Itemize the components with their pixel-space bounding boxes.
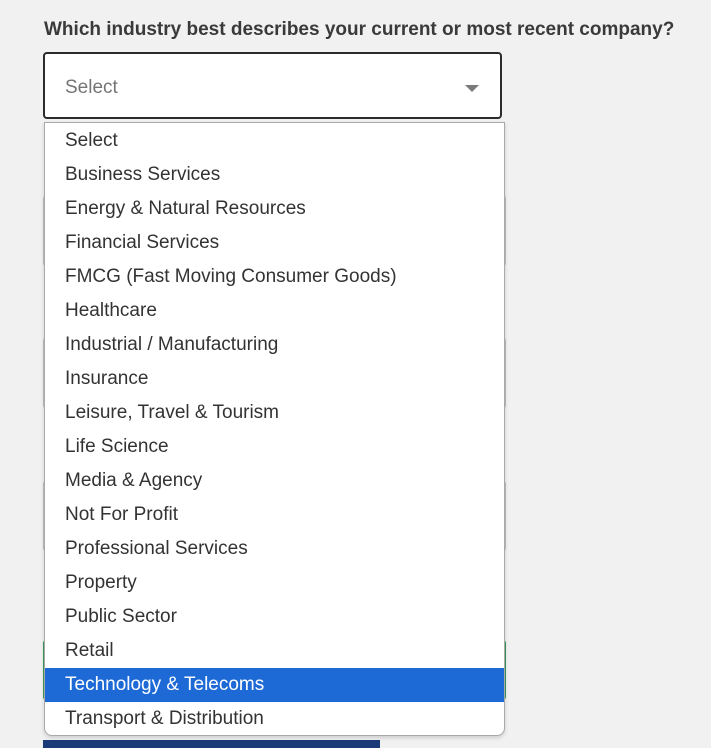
- dropdown-option[interactable]: Retail: [45, 634, 504, 668]
- dropdown-option[interactable]: Life Science: [45, 430, 504, 464]
- options-list: Select Business Services Energy & Natural …: [45, 123, 504, 735]
- industry-dropdown-list[interactable]: Select Business Services Energy & Natural …: [44, 122, 505, 736]
- select-current-value: Select: [65, 77, 118, 98]
- dropdown-option[interactable]: Insurance: [45, 362, 504, 396]
- dropdown-option[interactable]: Business Services: [45, 158, 504, 192]
- dropdown-option[interactable]: Healthcare: [45, 294, 504, 328]
- dropdown-option[interactable]: FMCG (Fast Moving Consumer Goods): [45, 260, 504, 294]
- dropdown-option[interactable]: Select: [45, 124, 504, 158]
- question-label: Which industry best describes your curre…: [44, 19, 675, 40]
- dropdown-option[interactable]: Industrial / Manufacturing: [45, 328, 504, 362]
- dropdown-option[interactable]: Leisure, Travel & Tourism: [45, 396, 504, 430]
- dropdown-option[interactable]: Not For Profit: [45, 498, 504, 532]
- chevron-down-icon[interactable]: [465, 85, 479, 92]
- dropdown-option[interactable]: Property: [45, 566, 504, 600]
- background-button-edge: [43, 740, 380, 748]
- dropdown-option[interactable]: Financial Services: [45, 226, 504, 260]
- dropdown-option[interactable]: Technology & Telecoms: [45, 668, 504, 702]
- dropdown-option[interactable]: Professional Services: [45, 532, 504, 566]
- dropdown-option[interactable]: Transport & Distribution: [45, 702, 504, 735]
- industry-select[interactable]: Select: [43, 52, 502, 119]
- dropdown-option[interactable]: Media & Agency: [45, 464, 504, 498]
- dropdown-option[interactable]: Energy & Natural Resources: [45, 192, 504, 226]
- dropdown-option[interactable]: Public Sector: [45, 600, 504, 634]
